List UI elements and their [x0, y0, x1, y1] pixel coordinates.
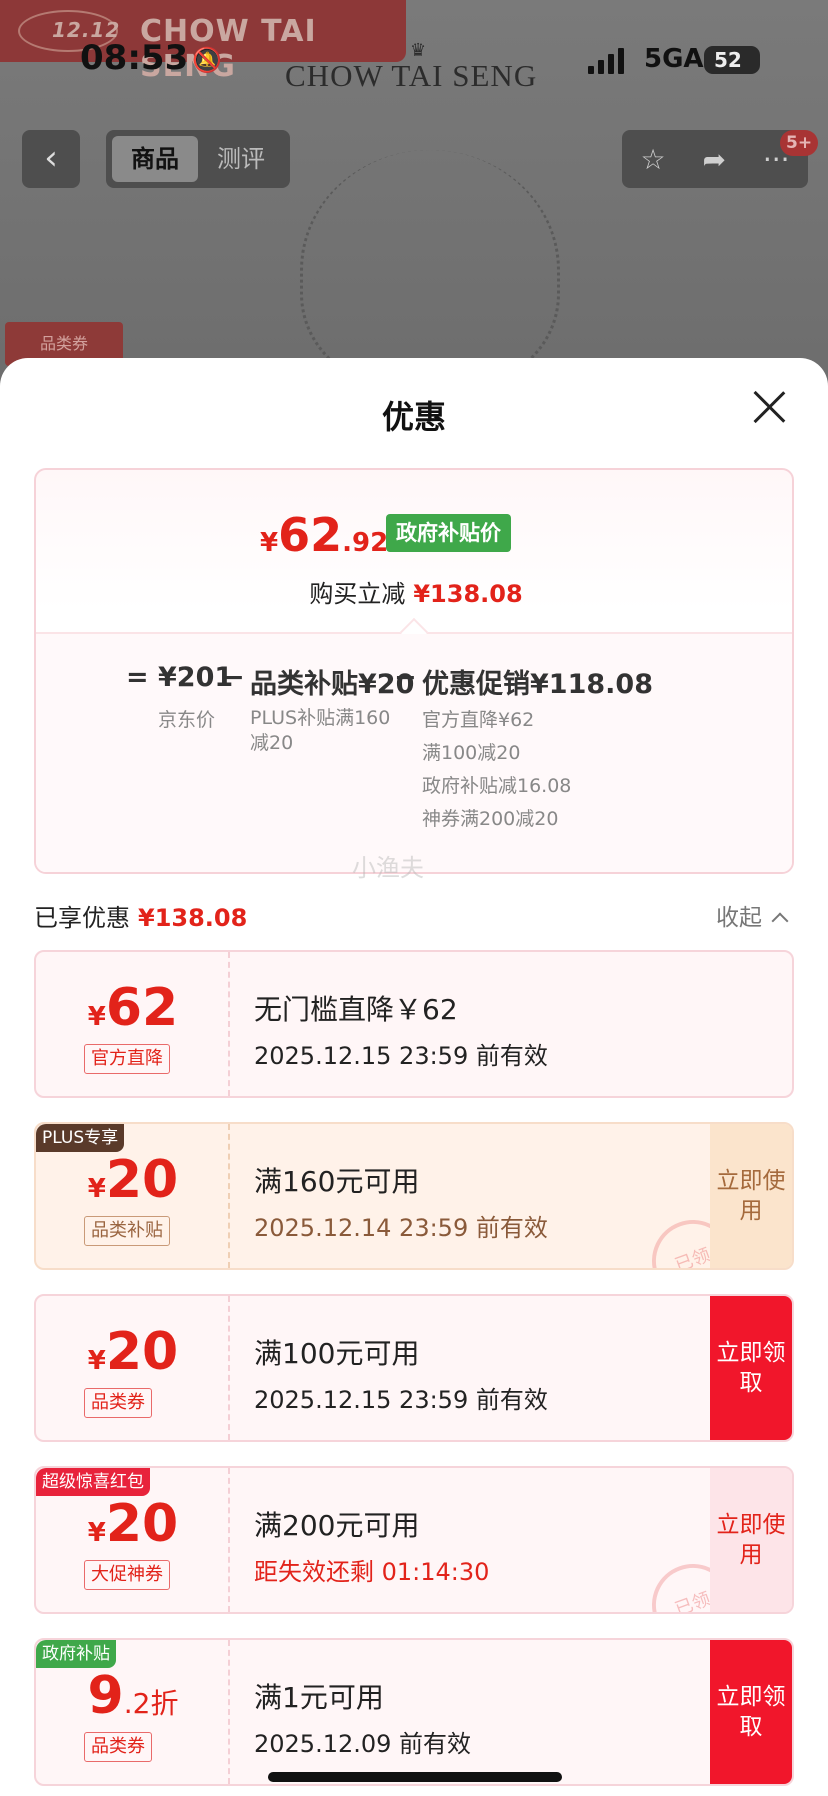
coupon-type-label: 品类补贴: [84, 1216, 170, 1246]
coupon-value: 20: [105, 1322, 179, 1382]
jd-price-label: 京东价: [158, 709, 216, 731]
coupon-discount-suffix: .2折: [123, 1687, 179, 1720]
discount-sheet: 优惠 ¥ 62 .92 政府补贴价 购买立减 ¥138.08 = ¥201 − 品…: [0, 358, 828, 1796]
instant-savings-amount: ¥138.08: [413, 580, 523, 608]
back-button[interactable]: ‹: [22, 130, 80, 188]
equals-sign: =: [126, 662, 149, 693]
coupon-official-discount[interactable]: ¥62 官方直降 无门槛直降￥62 2025.12.15 23:59 前有效: [34, 950, 794, 1098]
coupon-expiry: 2025.12.09 前有效: [254, 1730, 472, 1758]
coupon-promo-super[interactable]: ¥20 大促神券 超级惊喜红包 满200元可用 距失效还剩 01:14:30 已…: [34, 1466, 794, 1614]
final-price: ¥ 62 .92: [260, 508, 388, 562]
message-badge: 5+: [780, 130, 819, 156]
gov-subsidy-badge: 政府补贴: [36, 1640, 116, 1668]
brand-logo: CHOW TAI SENG: [285, 58, 538, 93]
coupon-title: 满1元可用: [254, 1681, 384, 1714]
coupon-currency: ¥: [87, 1174, 106, 1204]
enjoyed-amount: ¥138.08: [138, 904, 248, 932]
share-icon[interactable]: ➦: [702, 143, 725, 176]
status-time: 08:53: [80, 38, 189, 78]
signal-icon: [588, 48, 624, 74]
coupon-value: 20: [105, 1494, 179, 1554]
coupon-value: 62: [105, 978, 179, 1038]
coupon-title: 满100元可用: [254, 1337, 420, 1370]
plus-exclusive-badge: PLUS专享: [36, 1124, 125, 1152]
category-subsidy-desc: PLUS补贴满160 减20: [250, 706, 390, 756]
coupon-category[interactable]: ¥20 品类券 满100元可用 2025.12.15 23:59 前有效 立即领…: [34, 1294, 794, 1442]
instant-savings: 购买立减 ¥138.08: [36, 574, 792, 609]
coupon-expiry: 2025.12.14 23:59 前有效: [254, 1214, 548, 1242]
coupon-amount-area: ¥20 品类券: [36, 1296, 230, 1440]
watermark: 小渔夫: [352, 854, 424, 882]
coupon-gov-subsidy[interactable]: 9.2折 品类券 政府补贴 满1元可用 2025.12.09 前有效 立即领取: [34, 1638, 794, 1786]
coupon-currency: ¥: [87, 1002, 106, 1032]
product-tabs: 商品 测评: [106, 130, 290, 188]
coupon-amount-area: ¥62 官方直降: [36, 952, 230, 1096]
promotion-details: 官方直降¥62 满100减20 政府补贴减16.08 神券满200减20: [422, 704, 571, 836]
coupon-currency: ¥: [87, 1518, 106, 1548]
coupon-type-label: 官方直降: [84, 1044, 170, 1074]
coupon-countdown: 距失效还剩 01:14:30: [254, 1558, 490, 1586]
use-now-button[interactable]: 立即使用: [710, 1468, 792, 1612]
coupon-amount: ¥20: [36, 1496, 230, 1552]
coupon-title: 满160元可用: [254, 1165, 420, 1198]
claim-now-button[interactable]: 立即领取: [710, 1296, 792, 1440]
coupon-amount: ¥20: [36, 1152, 230, 1208]
coupon-title: 满200元可用: [254, 1509, 420, 1542]
price-integer: 62: [278, 508, 343, 562]
chevron-up-icon: [771, 912, 789, 930]
price-breakdown: = ¥201 − 品类补贴¥20 − 优惠促销¥118.08 京东价 PLUS补…: [36, 634, 792, 872]
minus-sign: −: [394, 662, 417, 693]
promotion-total: 优惠促销¥118.08: [422, 669, 653, 700]
coupon-plus-category-subsidy[interactable]: ¥20 品类补贴 PLUS专享 满160元可用 2025.12.14 23:59…: [34, 1122, 794, 1270]
home-indicator[interactable]: [268, 1772, 562, 1782]
coupon-type-label: 大促神券: [84, 1560, 170, 1590]
category-subsidy: 品类补贴¥20: [250, 669, 415, 700]
promo-detail-coupon: 神券满200减20: [422, 808, 559, 830]
coupon-value: 9: [87, 1666, 124, 1726]
collapse-toggle[interactable]: 收起: [716, 898, 789, 932]
coupon-expiry: 2025.12.15 23:59 前有效: [254, 1042, 548, 1070]
coupon-amount: ¥62: [36, 980, 230, 1036]
price-summary-card: ¥ 62 .92 政府补贴价 购买立减 ¥138.08 = ¥201 − 品类补贴…: [34, 468, 794, 874]
category-subsidy-desc-line: 减20: [250, 732, 294, 754]
coupon-currency: ¥: [87, 1346, 106, 1376]
coupon-expiry: 2025.12.15 23:59 前有效: [254, 1386, 548, 1414]
product-image: [300, 150, 560, 390]
battery-icon: 52: [704, 46, 760, 74]
coupon-value: 20: [105, 1150, 179, 1210]
promo-detail-100-20: 满100减20: [422, 742, 521, 764]
tab-review[interactable]: 测评: [198, 136, 284, 182]
minus-sign: −: [222, 662, 245, 693]
collapse-label: 收起: [716, 905, 762, 931]
close-icon[interactable]: [750, 388, 788, 426]
enjoyed-discount: 已享优惠 ¥138.08: [34, 898, 247, 933]
enjoyed-label: 已享优惠: [34, 904, 130, 932]
price-symbol: ¥: [260, 528, 279, 558]
coupon-type-label: 品类券: [84, 1388, 152, 1418]
bell-muted-icon: 🔕: [192, 46, 222, 74]
promo-detail-official: 官方直降¥62: [422, 709, 535, 731]
favorite-star-icon[interactable]: ☆: [640, 143, 665, 176]
network-type: 5GA: [644, 44, 704, 74]
price-decimal: .92: [342, 528, 389, 558]
use-now-button[interactable]: 立即使用: [710, 1124, 792, 1268]
super-surprise-badge: 超级惊喜红包: [36, 1468, 150, 1496]
instant-savings-label: 购买立减: [309, 580, 406, 608]
coupon-type-label: 品类券: [84, 1732, 152, 1762]
coupon-title: 无门槛直降￥62: [254, 993, 458, 1026]
gov-subsidy-price-tag: 政府补贴价: [386, 514, 511, 552]
coupon-amount: 9.2折: [36, 1668, 230, 1724]
coupon-amount: ¥20: [36, 1324, 230, 1380]
category-subsidy-desc-line: PLUS补贴满160: [250, 707, 391, 729]
claim-now-button[interactable]: 立即领取: [710, 1640, 792, 1784]
promo-detail-gov: 政府补贴减16.08: [422, 775, 572, 797]
tab-product[interactable]: 商品: [112, 136, 198, 182]
sheet-title: 优惠: [381, 398, 446, 436]
